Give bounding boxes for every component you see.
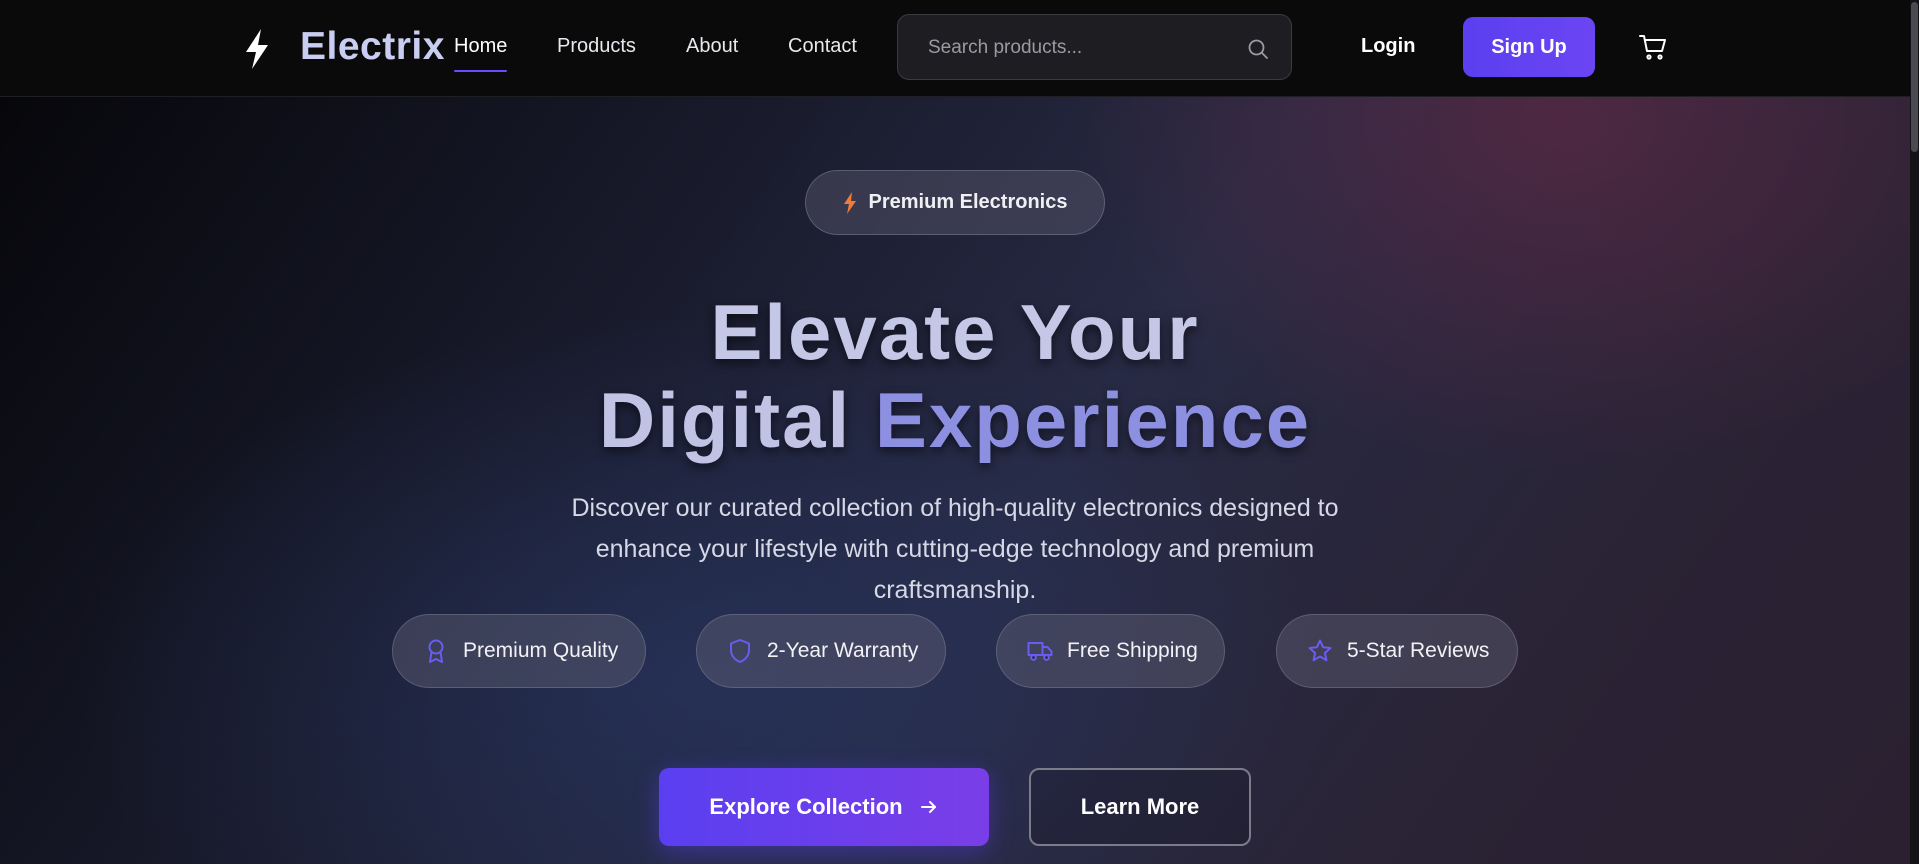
star-icon [1308,639,1332,662]
truck-icon [1027,642,1053,661]
headline-line-2-start: Digital [598,376,852,464]
feature-reviews: 5-Star Reviews [1276,614,1518,688]
arrow-right-icon [920,801,936,813]
landing-page: Electrix Home Products About Contact Log… [0,0,1919,864]
shield-icon [730,639,750,663]
feature-label: 5-Star Reviews [1347,639,1490,662]
nav-link-home[interactable]: Home [454,35,507,58]
nav-link-about[interactable]: About [686,35,738,58]
scrollbar-thumb[interactable] [1911,2,1918,152]
explore-collection-label: Explore Collection [709,794,903,819]
award-icon [428,639,444,663]
top-nav: Electrix Home Products About Contact Log… [0,0,1910,97]
search-input[interactable] [928,33,1228,63]
nav-link-products[interactable]: Products [557,35,636,58]
feature-free-shipping: Free Shipping [996,614,1225,688]
search-icon[interactable] [1246,37,1270,61]
lightning-bolt-icon [843,191,856,214]
hero-subtitle: Discover our curated collection of high-… [571,494,1339,604]
feature-label: Free Shipping [1067,639,1198,662]
explore-collection-button[interactable]: Explore Collection [659,768,989,846]
hero-headline: Elevate Your Digital Experience [460,288,1450,464]
shopping-cart-icon[interactable] [1638,32,1668,62]
feature-premium-quality: Premium Quality [392,614,646,688]
feature-warranty: 2-Year Warranty [696,614,946,688]
feature-label: 2-Year Warranty [767,639,919,662]
badge-label: Premium Electronics [868,191,1068,213]
active-nav-indicator [454,70,507,72]
feature-label: Premium Quality [463,639,619,662]
signup-button[interactable]: Sign Up [1463,17,1595,77]
headline-line-2-end: Experience [874,376,1312,464]
search-box [897,14,1292,80]
login-button[interactable]: Login [1361,35,1415,58]
nav-link-contact[interactable]: Contact [788,35,857,58]
premium-badge: Premium Electronics [805,170,1105,235]
learn-more-button[interactable]: Learn More [1029,768,1251,846]
lightning-bolt-icon [246,29,268,69]
headline-line-1: Elevate Your [710,288,1200,376]
brand-logo[interactable]: Electrix [300,25,445,69]
